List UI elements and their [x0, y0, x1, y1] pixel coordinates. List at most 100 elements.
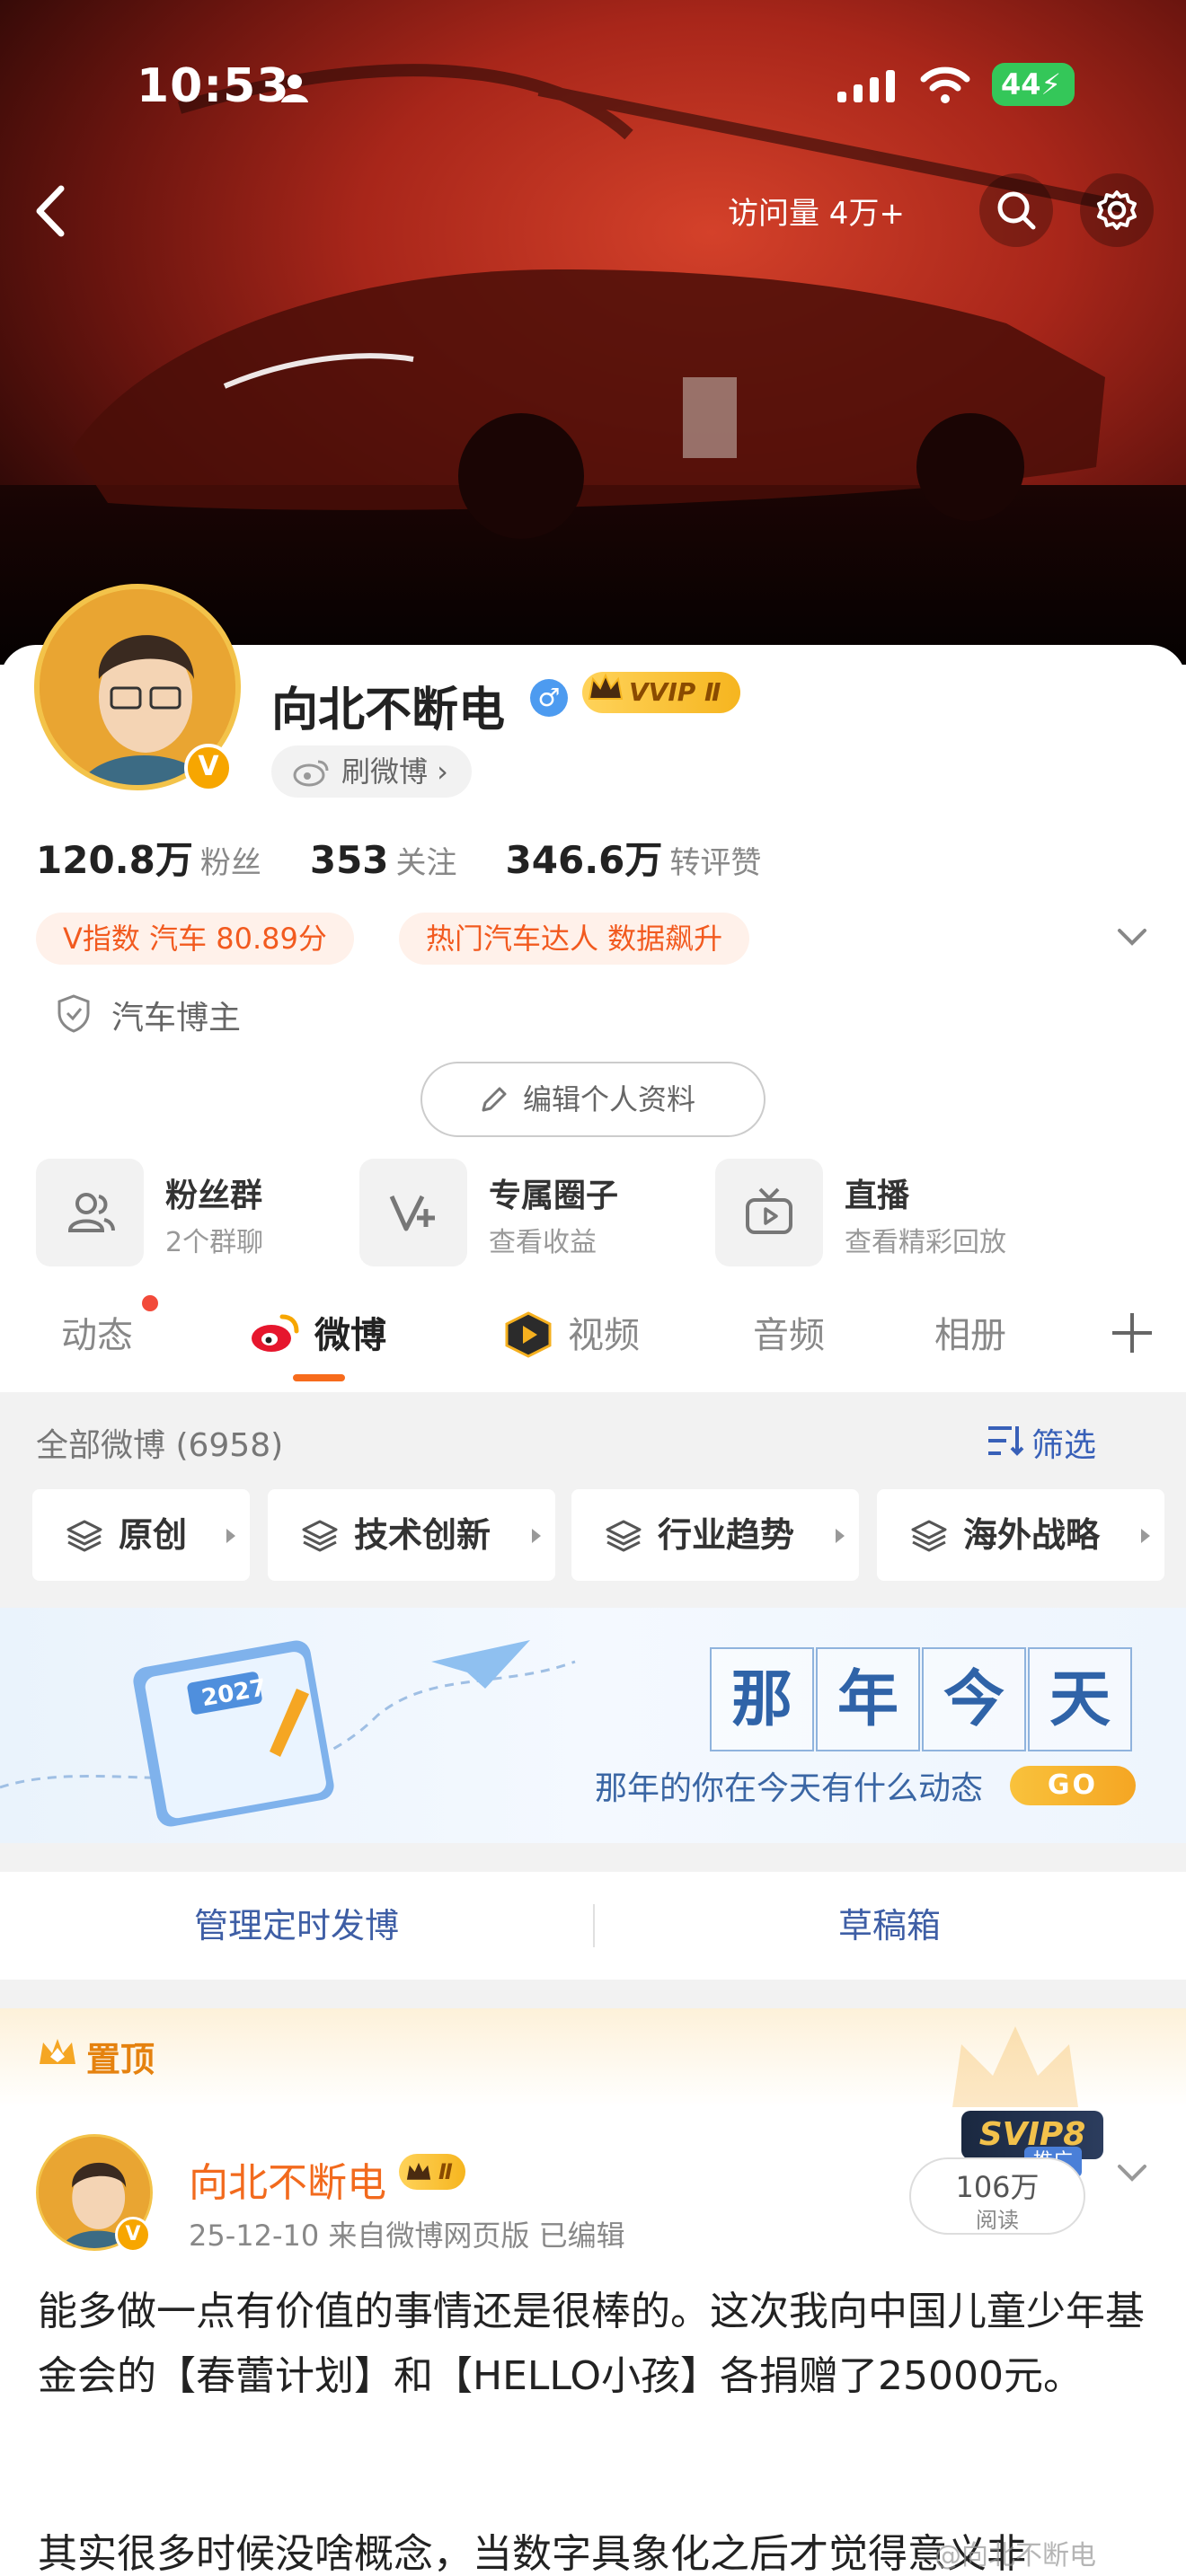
- fan-group-icon-box: [36, 1159, 144, 1266]
- tab-album[interactable]: 相册: [934, 1306, 1006, 1358]
- cellular-signal-icon: [837, 70, 895, 102]
- verified-v-badge: V: [184, 744, 233, 792]
- drafts-button[interactable]: 草稿箱: [593, 1872, 1186, 1980]
- plus-icon[interactable]: [1109, 1310, 1155, 1356]
- v-plus-icon: [389, 1195, 435, 1231]
- tab-video[interactable]: 视频: [568, 1306, 640, 1358]
- category-label: 汽车博主: [111, 1000, 242, 1037]
- hot-creator-tag[interactable]: 热门汽车达人 数据飙升: [399, 913, 750, 965]
- layers-icon: [302, 1520, 338, 1552]
- live-icon-box: [715, 1159, 823, 1266]
- crown-icon: [406, 2162, 431, 2180]
- tab-audio[interactable]: 音频: [753, 1306, 825, 1358]
- all-weibo-count: 全部微博 (6958): [36, 1427, 284, 1464]
- follower-stats: 120.8万 粉丝 353 关注 346.6万 转评赞: [36, 830, 810, 885]
- crown-watermark-icon: [952, 2026, 1078, 2107]
- chevron-down-icon[interactable]: [1114, 925, 1150, 948]
- memory-char: 年: [816, 1647, 920, 1751]
- person-icon: [281, 75, 308, 102]
- chip-label: 行业趋势: [658, 1515, 795, 1555]
- vvip-label: VVIP Ⅱ: [629, 677, 721, 707]
- go-button[interactable]: GO: [1010, 1766, 1136, 1805]
- chip-overseas-strategy[interactable]: 海外战略: [877, 1489, 1164, 1581]
- profile-tabs: 动态 微博 视频 音频 相册: [0, 1293, 1186, 1392]
- crown-icon: [40, 2039, 75, 2064]
- read-count-label: 阅读: [976, 2208, 1019, 2233]
- quick-link-fan-group[interactable]: 粉丝群 2个群聊: [36, 1159, 341, 1266]
- back-arrow-icon[interactable]: [27, 180, 72, 243]
- post-meta: 25-12-10 来自微博网页版 已编辑: [189, 2219, 625, 2253]
- profile-username: 向北不断电: [271, 684, 506, 737]
- quick-link-title: 专属圈子: [489, 1178, 619, 1214]
- following-label: 关注: [395, 845, 457, 881]
- brush-weibo-label: 刷微博 ›: [341, 754, 448, 789]
- chip-industry-trends[interactable]: 行业趋势: [571, 1489, 859, 1581]
- v-index-tag[interactable]: V指数 汽车 80.89分: [36, 913, 354, 965]
- weibo-logo-icon: [293, 760, 329, 787]
- scheduled-posts-button[interactable]: 管理定时发博: [0, 1872, 593, 1980]
- weibo-logo-icon: [252, 1314, 299, 1352]
- settings-button[interactable]: [1080, 173, 1154, 247]
- tab-weibo[interactable]: 微博: [314, 1306, 386, 1358]
- watermark: @向北不断电: [934, 2540, 1096, 2572]
- engagement-label: 转评赞: [669, 845, 762, 881]
- pinned-post[interactable]: 置顶 V 向北不断电 Ⅱ 25-12-10 来自微博网页版 已编辑 SVIP8 …: [0, 2008, 1186, 2576]
- quick-link-sub: 2个群聊: [165, 1227, 264, 1258]
- quick-link-circle[interactable]: 专属圈子 查看收益: [359, 1159, 701, 1266]
- gear-icon: [1097, 190, 1137, 230]
- edit-profile-label: 编辑个人资料: [522, 1082, 695, 1116]
- wifi-icon: [920, 66, 970, 103]
- post-author-name[interactable]: 向北不断电: [189, 2150, 386, 2208]
- layers-icon: [911, 1520, 947, 1552]
- chip-arrow-icon: [532, 1529, 541, 1543]
- engagement-count[interactable]: 346.6万: [506, 838, 663, 882]
- brush-weibo-button[interactable]: 刷微博 ›: [271, 745, 472, 798]
- male-gender-icon: ♂: [530, 679, 568, 717]
- memory-char: 天: [1028, 1647, 1132, 1751]
- visit-count[interactable]: 访问量 4万+: [728, 189, 905, 233]
- layers-icon: [606, 1520, 642, 1552]
- layers-icon: [66, 1520, 102, 1552]
- quick-link-title: 粉丝群: [165, 1178, 263, 1214]
- memory-char: 今: [922, 1647, 1026, 1751]
- filter-label: 筛选: [1031, 1427, 1097, 1464]
- quick-link-live[interactable]: 直播 查看精彩回放: [715, 1159, 1093, 1266]
- chip-label: 原创: [119, 1515, 188, 1555]
- chip-label: 海外战略: [963, 1515, 1101, 1555]
- video-badge-icon: [505, 1311, 552, 1358]
- active-tab-indicator: [293, 1374, 345, 1381]
- post-badge-label: Ⅱ: [438, 2159, 453, 2184]
- chip-tech-innovation[interactable]: 技术创新: [268, 1489, 555, 1581]
- notification-dot: [142, 1295, 158, 1311]
- memory-char: 那: [710, 1647, 814, 1751]
- on-this-day-banner[interactable]: 2027 那 年 今 天 那年的你在今天有什么动态 GO: [0, 1608, 1186, 1843]
- memory-subtitle: 那年的你在今天有什么动态: [595, 1770, 984, 1807]
- quick-link-sub: 查看收益: [489, 1227, 597, 1258]
- tab-dynamics[interactable]: 动态: [61, 1306, 133, 1358]
- filter-icon: [988, 1426, 1024, 1456]
- edit-profile-button[interactable]: 编辑个人资料: [420, 1062, 766, 1137]
- vvip-badge[interactable]: VVIP Ⅱ: [582, 672, 741, 713]
- chip-arrow-icon: [226, 1529, 235, 1543]
- followers-count[interactable]: 120.8万: [36, 838, 193, 882]
- manage-bar: 管理定时发博 草稿箱: [0, 1872, 1186, 1980]
- chevron-down-icon[interactable]: [1116, 2163, 1148, 2184]
- search-icon: [997, 191, 1036, 230]
- search-button[interactable]: [979, 173, 1053, 247]
- group-icon: [67, 1193, 115, 1232]
- quick-link-title: 直播: [845, 1178, 910, 1214]
- battery-level: 44: [1001, 67, 1041, 101]
- pencil-icon: [482, 1087, 507, 1112]
- read-count: 106万 阅读: [909, 2157, 1085, 2235]
- chip-original[interactable]: 原创: [32, 1489, 250, 1581]
- read-count-number: 106万: [955, 2170, 1040, 2204]
- verified-v-badge: V: [115, 2217, 151, 2253]
- calendar-illustration: 2027: [0, 1640, 576, 1827]
- tv-icon: [746, 1187, 792, 1234]
- following-count[interactable]: 353: [310, 838, 389, 882]
- filter-button[interactable]: 筛选: [988, 1419, 1097, 1466]
- charging-bolt-icon: ⚡: [1040, 67, 1061, 101]
- status-bar: 10:53 44⚡: [0, 54, 1186, 117]
- battery-indicator: 44⚡: [992, 63, 1075, 106]
- post-author-vip-badge: Ⅱ: [399, 2154, 465, 2190]
